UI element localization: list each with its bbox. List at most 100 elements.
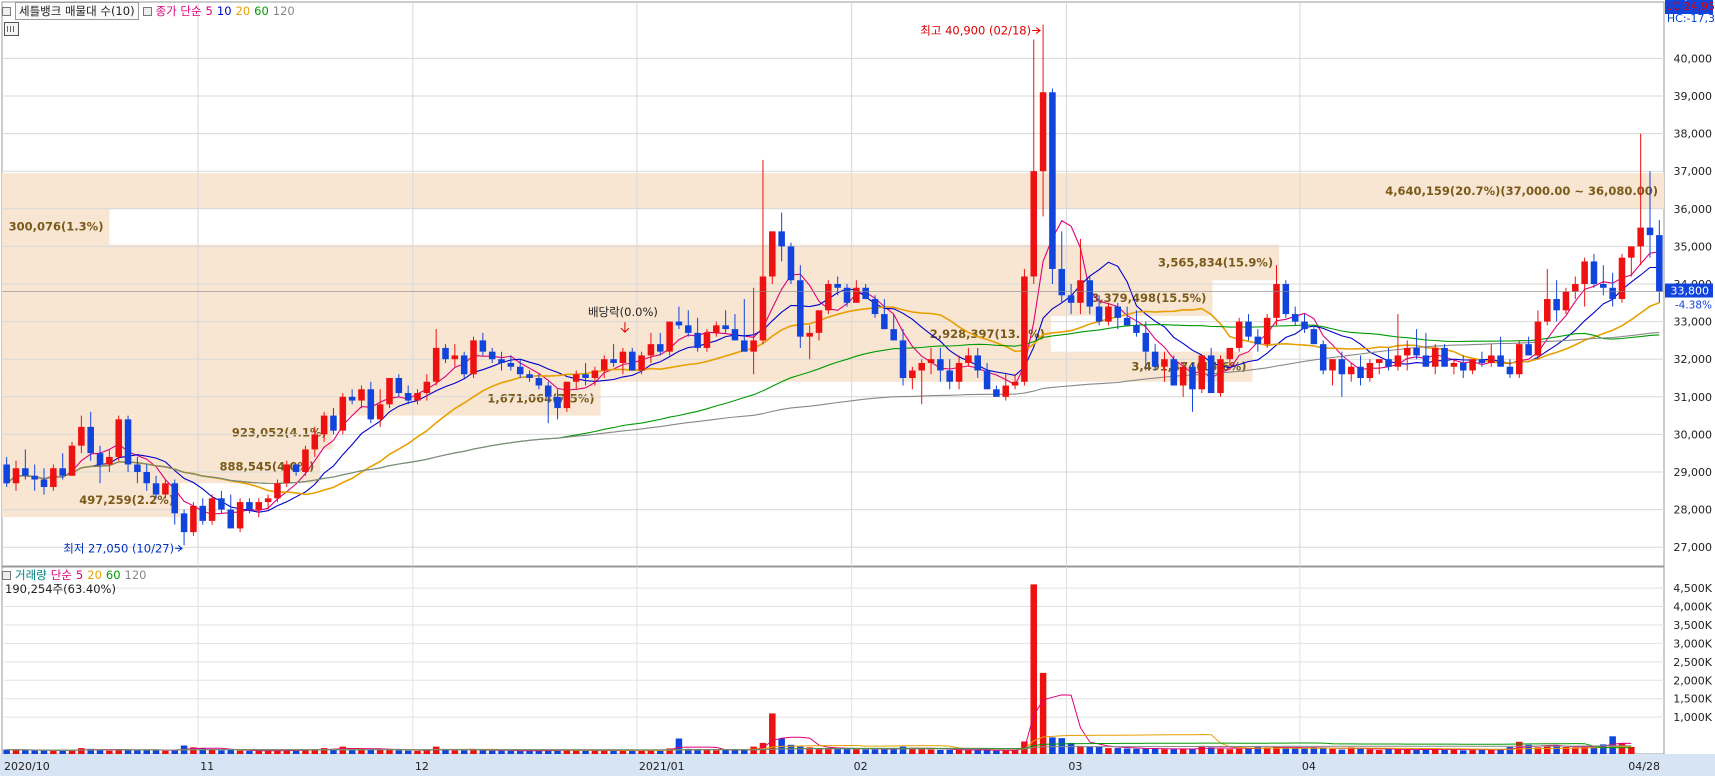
volume-bar xyxy=(395,750,403,754)
candle-body xyxy=(526,374,533,378)
volume-bar xyxy=(1459,750,1467,754)
candle-body xyxy=(1235,321,1243,348)
price-tick-label: 31,000 xyxy=(1674,391,1713,404)
volume-bar xyxy=(871,749,879,754)
volume-bar xyxy=(918,748,925,754)
candle-body xyxy=(713,325,720,333)
volume-tick-label: 2,500K xyxy=(1673,656,1712,669)
candle-body xyxy=(946,370,953,382)
candle-body xyxy=(442,347,449,360)
candle-body xyxy=(432,347,440,382)
candle-body xyxy=(302,449,309,472)
calendar-icon[interactable] xyxy=(4,22,19,36)
volume-bar xyxy=(853,749,860,754)
candle-body xyxy=(1516,344,1523,375)
volume-bar xyxy=(143,750,150,754)
candle-body xyxy=(414,393,421,401)
candle-body xyxy=(1553,299,1560,311)
volume-profile-label: 3,565,834(15.9%) xyxy=(1158,255,1273,269)
candle-body xyxy=(628,351,636,371)
candle-body xyxy=(638,355,645,371)
dividend-annotation: 배당락(0.0%) xyxy=(588,305,658,319)
volume-bar xyxy=(31,750,38,754)
candle-body xyxy=(1394,355,1402,367)
candle-body xyxy=(1310,329,1318,345)
price-tick-label: 33,000 xyxy=(1674,316,1713,329)
candle-body xyxy=(778,231,785,247)
candle-body xyxy=(1095,306,1103,322)
candle-body xyxy=(3,464,10,484)
candle-body xyxy=(722,325,729,330)
candle-body xyxy=(1628,246,1635,258)
candle-body xyxy=(993,389,1000,397)
candle-body xyxy=(1525,344,1532,356)
candle-body xyxy=(1198,355,1206,390)
candle-body xyxy=(610,359,617,363)
candle-body xyxy=(685,325,692,333)
volume-bar xyxy=(582,750,589,754)
candle-body xyxy=(983,370,991,390)
volume-profile-label: 497,259(2.2%) xyxy=(79,493,174,507)
candle-body xyxy=(1534,321,1542,356)
candle-body xyxy=(871,299,879,315)
candle-body xyxy=(1217,359,1224,394)
candle-body xyxy=(283,464,291,484)
ma-toggle[interactable] xyxy=(142,6,152,16)
candle-body xyxy=(843,287,851,303)
x-tick-label: 02 xyxy=(854,760,868,773)
volume-bar xyxy=(703,749,711,754)
candle-body xyxy=(171,483,179,514)
volume-profile-label: 1,671,064(7.5%) xyxy=(487,392,594,406)
volume-panel-toggle[interactable] xyxy=(2,570,11,580)
candle-body xyxy=(1319,344,1327,371)
price-panel-toggle[interactable] xyxy=(2,6,11,16)
volume-bar xyxy=(1151,748,1159,754)
candle-body xyxy=(554,396,561,409)
vol-ma-period-120: 120 xyxy=(124,568,147,582)
candle-body xyxy=(1189,366,1196,390)
volume-bar xyxy=(797,746,804,754)
volume-bar xyxy=(1002,750,1010,754)
volume-bar xyxy=(974,749,981,754)
candle-body xyxy=(1637,227,1644,247)
volume-bar xyxy=(628,750,636,754)
volume-bar xyxy=(610,750,617,754)
volume-bar xyxy=(22,750,29,754)
candle-body xyxy=(703,332,711,348)
candle-body xyxy=(274,483,281,499)
candle-body xyxy=(470,340,477,375)
volume-bar xyxy=(1413,749,1420,754)
x-tick-label: 03 xyxy=(1068,760,1082,773)
candle-body xyxy=(750,340,757,352)
volume-profile-label: 4,640,159(20.7%)(37,000.00 ~ 36,080.00) xyxy=(1385,184,1658,198)
volume-bar xyxy=(218,750,225,754)
volume-bar xyxy=(376,749,384,754)
candle-body xyxy=(862,287,869,300)
candle-body xyxy=(1656,235,1663,292)
candle-body xyxy=(563,381,571,409)
candle-body xyxy=(1441,347,1448,367)
candle-body xyxy=(227,509,235,529)
stock-chart: 4,640,159(20.7%)(37,000.00 ~ 36,080.00) 3… xyxy=(0,0,1715,776)
candle-body xyxy=(162,483,169,495)
candle-body xyxy=(190,505,197,533)
volume-bar xyxy=(1544,746,1551,754)
candle-body xyxy=(1385,359,1392,367)
candle-body xyxy=(22,468,29,476)
candle-body xyxy=(927,359,935,363)
volume-bar xyxy=(50,750,57,754)
volume-bar xyxy=(1487,749,1495,754)
candle-body xyxy=(591,370,599,378)
candle-body xyxy=(1170,359,1178,386)
price-tick-label: 29,000 xyxy=(1674,466,1713,479)
volume-bar xyxy=(731,750,739,754)
indicator-title[interactable]: 세틀뱅크 매물대 수(10) xyxy=(15,2,139,20)
candle-body xyxy=(1497,355,1504,367)
candle-body xyxy=(806,332,813,337)
candle-body xyxy=(881,314,888,330)
volume-bar xyxy=(1618,743,1626,754)
candle-body xyxy=(134,464,141,472)
candle-body xyxy=(255,502,263,510)
ma-label[interactable]: 종가 단순 xyxy=(156,3,202,19)
ma-period-10: 10 xyxy=(216,4,232,18)
